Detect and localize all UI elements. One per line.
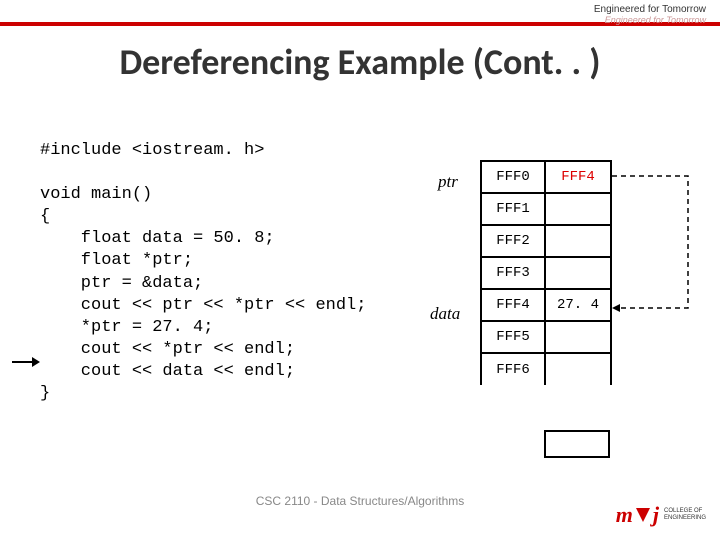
pointer-arrow-icon: [610, 158, 710, 318]
memory-diagram-table: FFF0 FFF4 FFF1 FFF2 FFF3 FFF4 27. 4 FFF5…: [480, 160, 612, 385]
header-tagline-1: Engineered for Tomorrow: [594, 4, 706, 15]
memory-addr: FFF4: [481, 289, 545, 321]
slide-title: Dereferencing Example (Cont. . ): [0, 40, 720, 84]
logo-letter-m: m: [616, 502, 633, 528]
memory-addr: FFF2: [481, 225, 545, 257]
header-tagline-2: Engineered for Tomorrow: [605, 15, 706, 25]
memory-addr: FFF3: [481, 257, 545, 289]
memory-row: FFF5: [481, 321, 611, 353]
memory-addr: FFF6: [481, 353, 545, 385]
memory-row: FFF2: [481, 225, 611, 257]
code-listing: #include <iostream. h> void main() { flo…: [40, 140, 366, 405]
memory-addr: FFF1: [481, 193, 545, 225]
memory-row: FFF0 FFF4: [481, 161, 611, 193]
memory-extra-cell: [544, 430, 610, 458]
memory-val: [545, 257, 611, 289]
college-logo: m j COLLEGE OF ENGINEERING: [616, 502, 706, 528]
memory-addr: FFF0: [481, 161, 545, 193]
logo-subtitle: COLLEGE OF ENGINEERING: [664, 508, 706, 521]
logo-chevron-icon: [636, 508, 650, 522]
ptr-variable-label: ptr: [438, 172, 458, 192]
logo-letter-j: j: [653, 502, 659, 528]
memory-val: FFF4: [545, 161, 611, 193]
memory-row: FFF4 27. 4: [481, 289, 611, 321]
data-variable-label: data: [430, 304, 460, 324]
memory-row: FFF6: [481, 353, 611, 385]
memory-row: FFF3: [481, 257, 611, 289]
memory-val: [545, 193, 611, 225]
memory-addr: FFF5: [481, 321, 545, 353]
footer-course-label: CSC 2110 - Data Structures/Algorithms: [0, 494, 720, 508]
memory-val: 27. 4: [545, 289, 611, 321]
current-line-arrow-icon: [12, 354, 40, 370]
memory-row: FFF1: [481, 193, 611, 225]
memory-val: [545, 225, 611, 257]
memory-val: [545, 353, 611, 385]
memory-val: [545, 321, 611, 353]
